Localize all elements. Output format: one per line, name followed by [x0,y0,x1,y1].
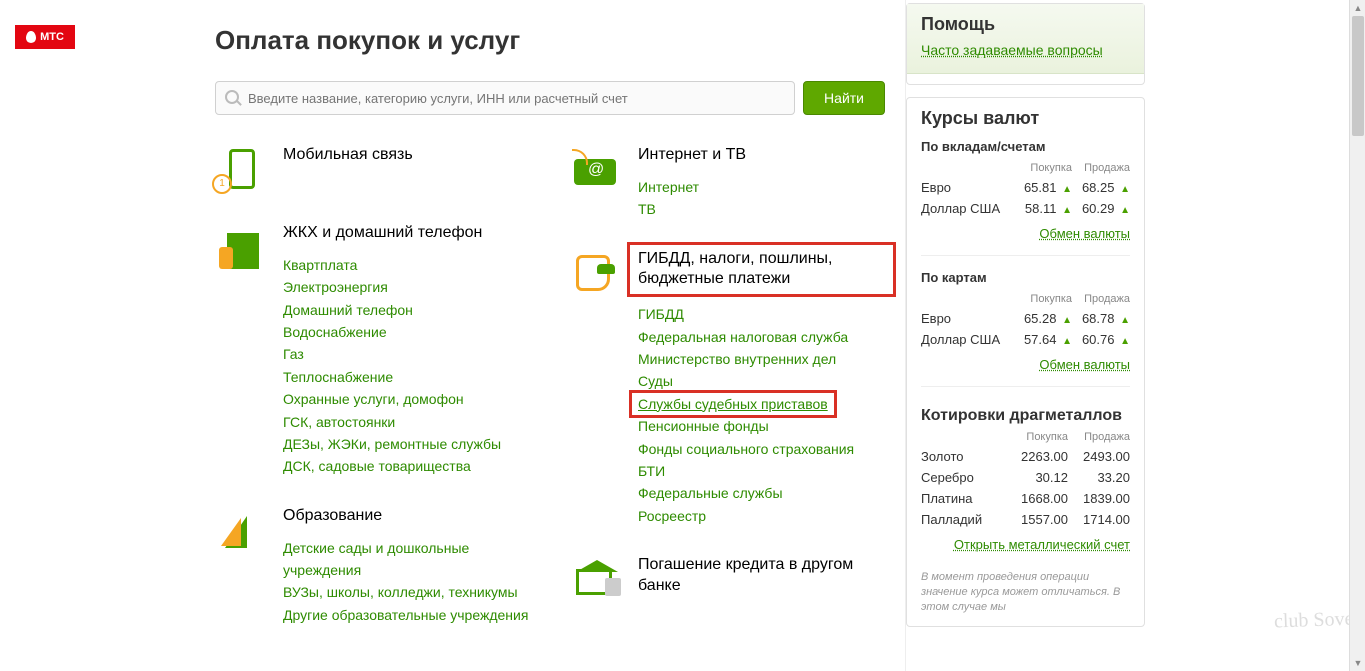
category-title[interactable]: ГИБДД, налоги, пошлины, бюджетные платеж… [627,242,896,298]
rate-row: Доллар США57.64 ▲60.76 ▲ [921,332,1130,347]
col-sell: Продажа [1072,162,1130,174]
category-title[interactable]: Погашение кредита в другом банке [638,555,885,597]
category-link[interactable]: Теплоснабжение [283,366,530,388]
category-link[interactable]: Федеральные службы [638,482,885,504]
category-link[interactable]: Пенсионные фонды [638,415,885,437]
rates-note: В момент проведения операции значение ку… [907,562,1144,616]
scroll-up-icon[interactable]: ▲ [1350,0,1365,16]
category-link[interactable]: Фонды социального страхования [638,438,885,460]
exchange-link-1[interactable]: Обмен валюты [907,222,1144,251]
category-link[interactable]: ВУЗы, школы, колледжи, техникумы [283,581,530,603]
scroll-down-icon[interactable]: ▼ [1350,655,1365,671]
category-link[interactable]: БТИ [638,460,885,482]
scroll-thumb[interactable] [1352,16,1364,136]
category-title[interactable]: Образование [283,506,530,527]
help-title: Помощь [907,4,1144,41]
search-input[interactable] [215,81,795,115]
category-link[interactable]: Службы судебных приставов [629,390,837,418]
gov-icon [570,249,620,299]
category-link[interactable]: Газ [283,343,530,365]
category-title[interactable]: ЖКХ и домашний телефон [283,223,530,244]
rates-title: Курсы валют [907,98,1144,135]
search-button[interactable]: Найти [803,81,885,115]
metals-title: Котировки драгметаллов [907,397,1144,431]
category-link[interactable]: Министерство внутренних дел [638,348,885,370]
rate-row: Золото2263.002493.00 [921,449,1130,464]
category-link[interactable]: Электроэнергия [283,276,530,298]
category-link[interactable]: Детские сады и дошкольные учреждения [283,537,530,582]
category-link[interactable]: Федеральная налоговая служба [638,326,885,348]
house-icon [215,223,265,273]
mobile-icon [215,145,265,195]
rate-row: Серебро30.1233.20 [921,470,1130,485]
rate-row: Доллар США58.11 ▲60.29 ▲ [921,201,1130,216]
page-title: Оплата покупок и услуг [215,25,885,56]
mts-logo[interactable]: МТС [15,25,75,49]
category-title[interactable]: Интернет и ТВ [638,145,885,166]
bank-icon [570,555,620,605]
category-link[interactable]: ГСК, автостоянки [283,411,530,433]
watermark: club Sovet [1274,610,1360,631]
category-link[interactable]: Другие образовательные учреждения [283,604,530,626]
category-link[interactable]: ДЕЗы, ЖЭКи, ремонтные службы [283,433,530,455]
rates-sub-deposits: По вкладам/счетам [907,135,1144,162]
col-buy: Покупка [1014,162,1072,174]
category-link[interactable]: ГИБДД [638,303,885,325]
category-link[interactable]: Интернет [638,176,885,198]
search-icon [225,90,239,104]
category-link[interactable]: Охранные услуги, домофон [283,388,530,410]
exchange-link-2[interactable]: Обмен валюты [907,353,1144,382]
faq-link[interactable]: Часто задаваемые вопросы [907,41,1144,61]
category-link[interactable]: Водоснабжение [283,321,530,343]
open-metal-link[interactable]: Открыть металлический счет [907,533,1144,562]
category-link[interactable]: Домашний телефон [283,299,530,321]
internet-icon [570,145,620,195]
rate-row: Евро65.81 ▲68.25 ▲ [921,180,1130,195]
edu-icon [215,506,265,556]
rate-row: Платина1668.001839.00 [921,491,1130,506]
category-link[interactable]: Росреестр [638,505,885,527]
rates-sub-cards: По картам [907,266,1144,293]
rate-row: Евро65.28 ▲68.78 ▲ [921,311,1130,326]
category-link[interactable]: ДСК, садовые товарищества [283,455,530,477]
category-link[interactable]: ТВ [638,198,885,220]
scrollbar[interactable]: ▲ ▼ [1349,0,1365,671]
rate-row: Палладий1557.001714.00 [921,512,1130,527]
category-title[interactable]: Мобильная связь [283,145,530,166]
category-link[interactable]: Квартплата [283,254,530,276]
